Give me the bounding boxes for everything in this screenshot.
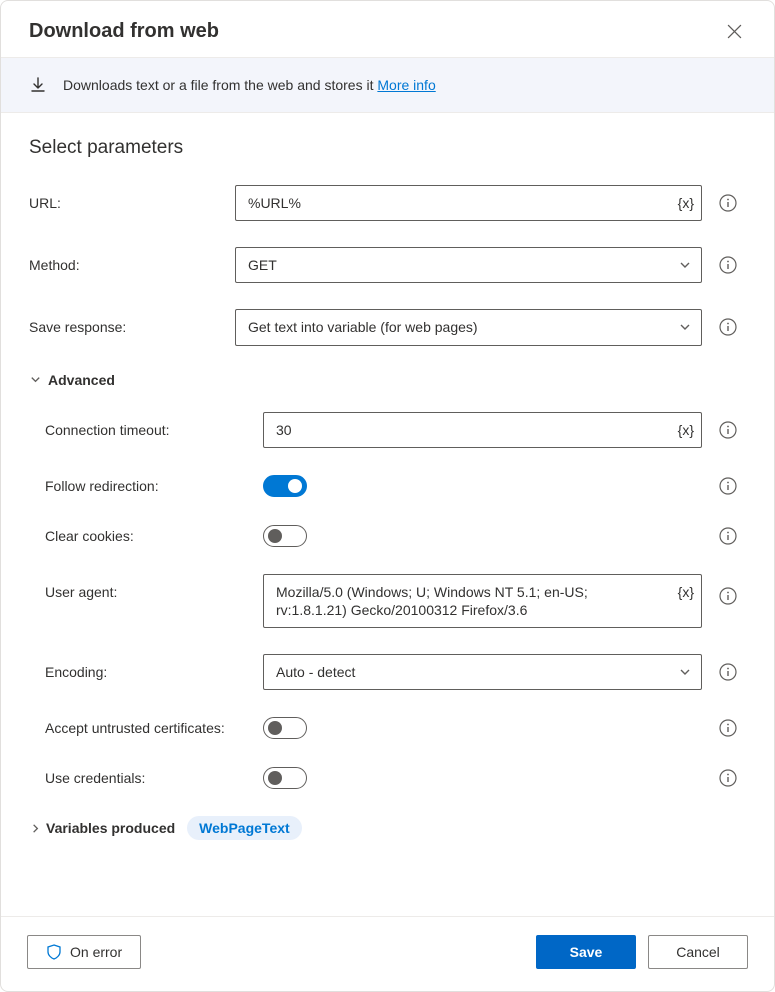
encoding-row: Encoding: Auto - detect (29, 654, 746, 690)
on-error-label: On error (70, 944, 122, 960)
dialog-title: Download from web (29, 20, 219, 43)
url-input[interactable] (235, 185, 702, 221)
use-credentials-label: Use credentials: (45, 770, 255, 786)
info-icon (719, 769, 737, 787)
dialog: Download from web Downloads text or a fi… (0, 0, 775, 992)
clear-cookies-toggle[interactable] (263, 525, 307, 547)
variable-pill[interactable]: WebPageText (187, 816, 302, 840)
toggle-knob (268, 529, 282, 543)
info-icon (719, 318, 737, 336)
toggle-knob (268, 721, 282, 735)
connection-timeout-row: Connection timeout: {x} (29, 412, 746, 448)
save-response-row: Save response: Get text into variable (f… (29, 309, 746, 345)
dialog-header: Download from web (1, 1, 774, 57)
user-agent-input-wrap: Mozilla/5.0 (Windows; U; Windows NT 5.1;… (263, 574, 702, 628)
info-icon (719, 256, 737, 274)
url-row: URL: {x} (29, 185, 746, 221)
method-label: Method: (29, 257, 227, 273)
user-agent-input[interactable]: Mozilla/5.0 (Windows; U; Windows NT 5.1;… (263, 574, 702, 628)
save-button[interactable]: Save (536, 935, 636, 969)
more-info-link[interactable]: More info (377, 77, 435, 93)
method-select-wrap: GET (235, 247, 702, 283)
connection-timeout-label: Connection timeout: (45, 422, 255, 438)
advanced-toggle[interactable]: Advanced (29, 372, 746, 388)
dialog-body: Select parameters URL: {x} Method: GET (1, 113, 774, 916)
toggle-knob (268, 771, 282, 785)
on-error-button[interactable]: On error (27, 935, 141, 969)
close-button[interactable] (722, 19, 746, 43)
user-agent-info-button[interactable] (716, 584, 740, 608)
use-credentials-row: Use credentials: (29, 766, 746, 790)
save-response-label: Save response: (29, 319, 227, 335)
accept-untrusted-toggle[interactable] (263, 717, 307, 739)
follow-redirection-toggle[interactable] (263, 475, 307, 497)
encoding-label: Encoding: (45, 664, 255, 680)
banner-text: Downloads text or a file from the web an… (63, 77, 436, 93)
clear-cookies-info-button[interactable] (716, 524, 740, 548)
encoding-select[interactable]: Auto - detect (263, 654, 702, 690)
method-row: Method: GET (29, 247, 746, 283)
url-label: URL: (29, 195, 227, 211)
use-credentials-info-button[interactable] (716, 766, 740, 790)
save-response-select-wrap: Get text into variable (for web pages) (235, 309, 702, 345)
follow-redirection-info-button[interactable] (716, 474, 740, 498)
chevron-right-icon (29, 822, 42, 835)
info-icon (719, 719, 737, 737)
cancel-button[interactable]: Cancel (648, 935, 748, 969)
accept-untrusted-label: Accept untrusted certificates: (45, 720, 255, 736)
info-icon (719, 194, 737, 212)
method-select[interactable]: GET (235, 247, 702, 283)
download-icon (29, 76, 47, 94)
section-title: Select parameters (29, 137, 746, 159)
close-icon (727, 24, 742, 39)
chevron-down-icon (29, 373, 42, 386)
use-credentials-toggle[interactable] (263, 767, 307, 789)
follow-redirection-row: Follow redirection: (29, 474, 746, 498)
user-agent-row: User agent: Mozilla/5.0 (Windows; U; Win… (29, 574, 746, 628)
variables-produced-label: Variables produced (46, 820, 175, 836)
toggle-knob (288, 479, 302, 493)
advanced-label: Advanced (48, 372, 115, 388)
connection-timeout-input-wrap: {x} (263, 412, 702, 448)
user-agent-label: User agent: (45, 574, 255, 600)
accept-untrusted-row: Accept untrusted certificates: (29, 716, 746, 740)
info-icon (719, 477, 737, 495)
follow-redirection-label: Follow redirection: (45, 478, 255, 494)
clear-cookies-row: Clear cookies: (29, 524, 746, 548)
info-banner: Downloads text or a file from the web an… (1, 57, 774, 113)
info-icon (719, 527, 737, 545)
accept-untrusted-info-button[interactable] (716, 716, 740, 740)
info-icon (719, 663, 737, 681)
url-info-button[interactable] (716, 191, 740, 215)
info-icon (719, 421, 737, 439)
url-input-wrap: {x} (235, 185, 702, 221)
encoding-info-button[interactable] (716, 660, 740, 684)
clear-cookies-label: Clear cookies: (45, 528, 255, 544)
connection-timeout-input[interactable] (263, 412, 702, 448)
connection-timeout-info-button[interactable] (716, 418, 740, 442)
method-info-button[interactable] (716, 253, 740, 277)
footer-right-group: Save Cancel (536, 935, 748, 969)
info-icon (719, 587, 737, 605)
save-response-info-button[interactable] (716, 315, 740, 339)
variables-produced-toggle[interactable]: Variables produced WebPageText (29, 816, 746, 840)
dialog-footer: On error Save Cancel (1, 916, 774, 991)
shield-icon (46, 944, 62, 960)
encoding-select-wrap: Auto - detect (263, 654, 702, 690)
banner-description: Downloads text or a file from the web an… (63, 77, 377, 93)
save-response-select[interactable]: Get text into variable (for web pages) (235, 309, 702, 345)
